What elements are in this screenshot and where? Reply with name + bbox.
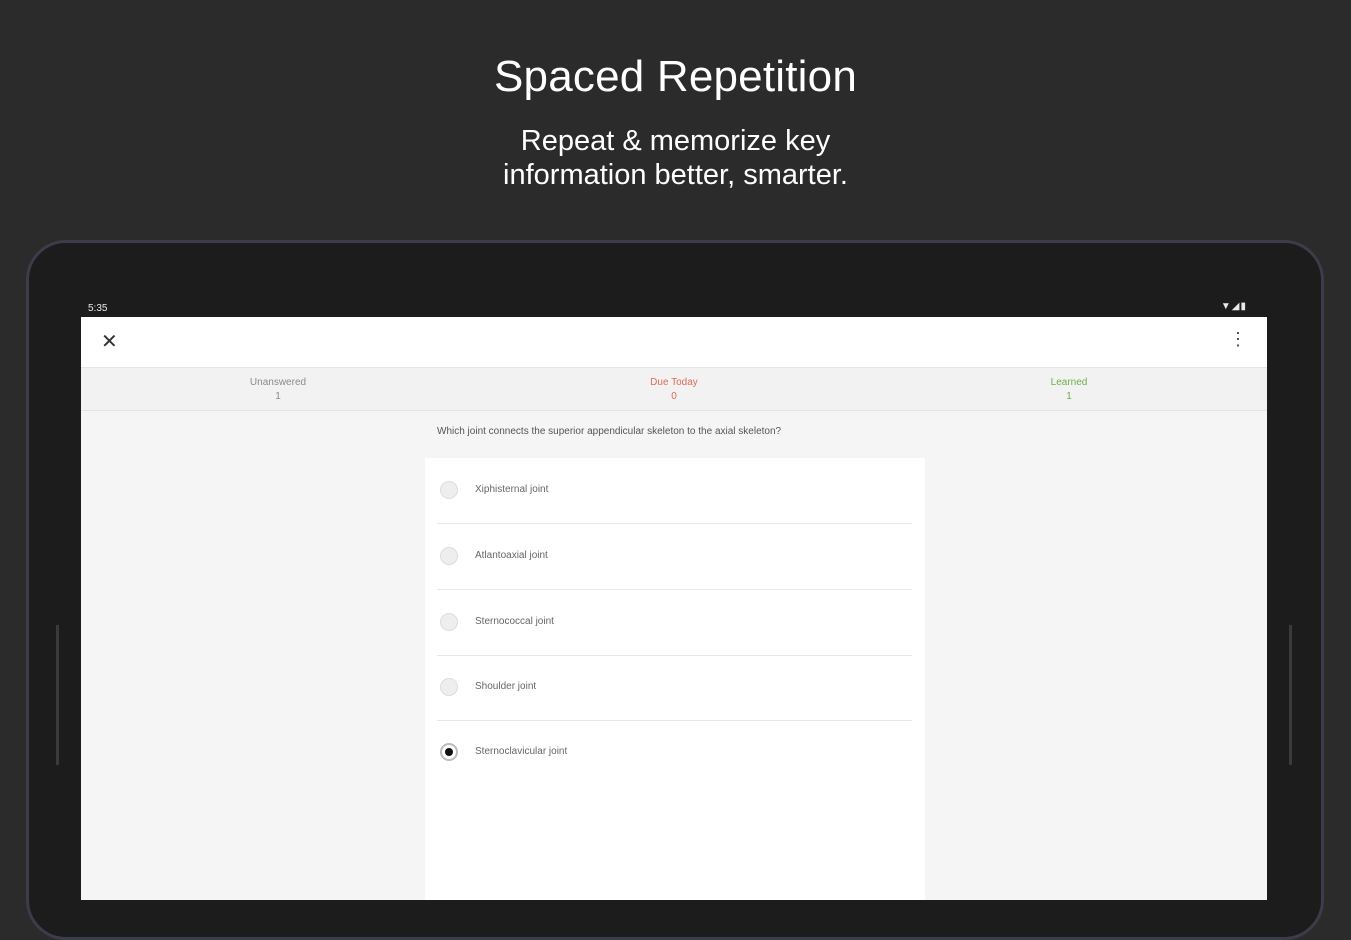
answer-option[interactable]: Sternococcal joint	[437, 590, 912, 656]
answer-option[interactable]: Xiphisternal joint	[437, 458, 912, 524]
stat-due-today-label: Due Today	[650, 377, 698, 388]
answer-card: Xiphisternal joint Atlantoaxial joint St…	[425, 458, 925, 900]
answer-option-label: Sternoclavicular joint	[475, 746, 568, 757]
radio-button[interactable]	[440, 613, 458, 631]
answer-option-label: Sternococcal joint	[475, 616, 554, 627]
status-time: 5:35	[88, 303, 108, 314]
answer-option-selected[interactable]: Sternoclavicular joint	[437, 720, 912, 785]
answer-option-label: Xiphisternal joint	[475, 484, 549, 495]
stat-unanswered: Unanswered 1	[178, 376, 378, 404]
app-screen: 5:35 ▼◢▮ ✕ ⋮ Unanswered 1 Due Today 0 Le…	[81, 298, 1267, 900]
answer-option[interactable]: Atlantoaxial joint	[437, 524, 912, 590]
tablet-side-button-left	[56, 625, 59, 765]
stat-learned: Learned 1	[969, 376, 1169, 404]
radio-button[interactable]	[440, 678, 458, 696]
close-icon[interactable]: ✕	[101, 329, 118, 354]
question-text: Which joint connects the superior append…	[437, 426, 782, 437]
stat-learned-value: 1	[1066, 391, 1072, 402]
promo-title: Spaced Repetition	[494, 52, 857, 101]
answer-option-label: Shoulder joint	[475, 681, 537, 692]
status-icons: ▼◢▮	[1220, 301, 1247, 312]
stat-due-today-value: 0	[671, 391, 677, 402]
stat-unanswered-value: 1	[275, 391, 281, 402]
status-bar: 5:35 ▼◢▮	[81, 298, 1267, 317]
more-options-icon[interactable]: ⋮	[1229, 329, 1247, 350]
stat-due-today: Due Today 0	[574, 376, 774, 404]
app-bar: ✕ ⋮	[81, 317, 1267, 368]
answer-option[interactable]: Shoulder joint	[437, 655, 912, 721]
promo-subtitle-line2: information better, smarter.	[503, 159, 848, 191]
promo-subtitle-line1: Repeat & memorize key	[520, 125, 831, 157]
stat-unanswered-label: Unanswered	[249, 377, 307, 388]
tablet-side-button-right	[1289, 625, 1292, 765]
stats-bar: Unanswered 1 Due Today 0 Learned 1	[81, 368, 1267, 411]
answer-option-label: Atlantoaxial joint	[475, 550, 548, 561]
radio-button-checked[interactable]	[440, 743, 458, 761]
radio-button[interactable]	[440, 547, 458, 565]
promo-subtitle: Repeat & memorize key information better…	[0, 124, 1351, 192]
stat-learned-label: Learned	[1050, 377, 1088, 388]
radio-button[interactable]	[440, 481, 458, 499]
